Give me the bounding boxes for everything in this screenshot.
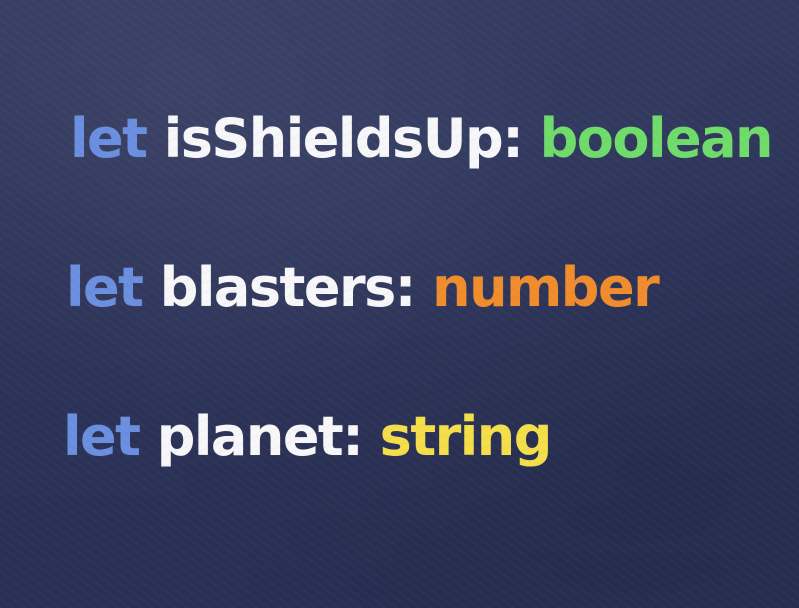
let-keyword: let xyxy=(70,107,148,170)
code-line-blasters: let blasters: number xyxy=(66,261,660,315)
variable-name: planet: xyxy=(156,405,364,468)
type-annotation: number xyxy=(432,256,660,319)
code-line-isshieldsup: let isShieldsUp: boolean xyxy=(70,112,773,166)
chalkboard: let isShieldsUp: boolean let blasters: n… xyxy=(0,0,799,608)
type-annotation: boolean xyxy=(539,107,774,170)
let-keyword: let xyxy=(63,405,141,468)
variable-name: blasters: xyxy=(159,256,417,319)
code-line-planet: let planet: string xyxy=(63,410,552,464)
let-keyword: let xyxy=(66,256,144,319)
variable-name: isShieldsUp: xyxy=(163,107,524,170)
type-annotation: string xyxy=(379,405,553,468)
